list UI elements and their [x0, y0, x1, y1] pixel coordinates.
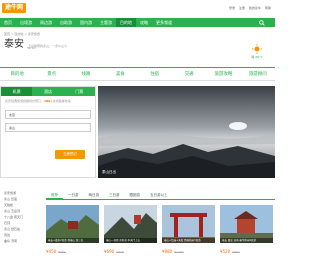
search-icon[interactable] — [257, 19, 267, 26]
route-card-image: 泰安 曲阜 济南 豪华休闲4日游 — [220, 205, 273, 243]
route-card-image: 泰山一日游 含索道 中天门上山 — [104, 205, 157, 243]
subnav-item[interactable]: 住宿 — [138, 68, 172, 80]
nav-item[interactable]: 主题游 — [96, 18, 116, 27]
route-card[interactable]: 泰山一日游 含索道 中天门上山 ¥690 ¥820 — [104, 205, 157, 263]
tab-hotels[interactable]: 酒店 — [32, 87, 63, 96]
route-card-price: ¥450 — [46, 249, 57, 254]
route-card-image: 泰安+曲阜2日游 登泰山 游三孔 — [46, 205, 99, 243]
route-card[interactable]: 泰安 曲阜 济南 豪华休闲4日游 ¥520 ¥650 — [220, 205, 273, 263]
subnav-item[interactable]: 线路 — [69, 68, 103, 80]
promo-prefix: 泰安经典旅游线路特价预订， — [5, 99, 45, 103]
site-logo[interactable]: 途牛网 — [2, 3, 27, 13]
route-card-orig-price: ¥650 — [232, 250, 240, 254]
route-card[interactable]: 泰安+曲阜2日游 登泰山 游三孔 ¥450 ¥580 — [46, 205, 99, 263]
city-name: 泰安 — [4, 39, 24, 50]
destination-field[interactable]: 泰山 — [5, 123, 91, 132]
weather-widget: 晴 26°C — [247, 44, 267, 59]
tab-tickets[interactable]: 门票 — [64, 87, 95, 96]
login-link[interactable]: 登录 — [229, 6, 235, 10]
route-card[interactable]: 泰山+岱庙+天街 经典纯玩3日游 ¥980 ¥1200 — [162, 205, 215, 263]
tab-flights[interactable]: 机票 — [1, 87, 33, 96]
route-card-price: ¥520 — [220, 249, 231, 254]
help-link[interactable]: 帮助 — [265, 6, 271, 10]
route-card-image: 泰山+岱庙+天街 经典纯玩3日游 — [162, 205, 215, 243]
subnav-item[interactable]: 旅游攻略 — [206, 68, 240, 80]
route-card-price: ¥690 — [104, 249, 115, 254]
nav-item[interactable]: 出境游 — [16, 18, 36, 27]
promo-highlight: 100+ — [44, 99, 53, 103]
breadcrumb[interactable]: 首页 > 目的地 > 泰安旅游 — [4, 32, 40, 36]
nav-item[interactable]: 更多频道 — [152, 18, 176, 27]
category-tab[interactable]: 两日游 — [84, 190, 105, 199]
promo-suffix: 条线路等你来 — [52, 99, 71, 103]
departure-field[interactable]: 北京 — [5, 110, 91, 119]
route-card-orig-price: ¥820 — [116, 250, 124, 254]
nav-item[interactable]: 攻略 — [136, 18, 152, 27]
subnav-item[interactable]: 交通 — [172, 68, 206, 80]
route-card-price: ¥980 — [162, 249, 173, 254]
main-nav: 首页 出境游 周边游 自助游 国内游 主题游 目的地 攻略 更多频道 — [0, 18, 275, 27]
weather-label: 晴 26°C — [251, 55, 263, 59]
nav-item[interactable]: 自助游 — [56, 18, 76, 27]
photo-caption: 泰山日出 — [102, 170, 116, 174]
mountain-landscape-image — [98, 86, 275, 178]
booking-tabs: 机票 酒店 门票 — [1, 87, 95, 96]
category-tab[interactable]: 一日游 — [63, 190, 84, 199]
nav-item-active[interactable]: 目的地 — [116, 18, 136, 27]
subnav-item[interactable]: 景点 — [34, 68, 68, 80]
book-now-button[interactable]: 立即预订 — [55, 150, 85, 159]
hero-photo[interactable]: 泰山日出 — [98, 86, 275, 178]
route-card-orig-price: ¥580 — [58, 250, 66, 254]
route-card-title: 泰山+岱庙+天街 经典纯玩3日游 — [162, 238, 215, 243]
nav-item[interactable]: 周边游 — [36, 18, 56, 27]
category-tab[interactable]: 跟团游 — [125, 190, 146, 199]
subnav-item[interactable]: 美食 — [103, 68, 137, 80]
city-slogan: 五岳独尊的泰山，一览众山小 — [28, 44, 68, 48]
category-tab-active[interactable]: 推荐 — [46, 190, 63, 199]
my-account-link[interactable]: 我的途牛 — [249, 6, 261, 10]
category-tab[interactable]: 三日游 — [104, 190, 125, 199]
register-link[interactable]: 注册 — [239, 6, 245, 10]
subnav-item[interactable]: 目的地 — [0, 68, 34, 80]
category-tab[interactable]: 五日游以上 — [145, 190, 173, 199]
route-category-tabs: 推荐 一日游 两日游 三日游 跟团游 五日游以上 — [46, 190, 275, 200]
route-cards: 泰安+曲阜2日游 登泰山 游三孔 ¥450 ¥580 泰山一日游 含索道 中天门上… — [46, 205, 275, 263]
sidebar-row[interactable]: 曲阜 济南 — [0, 238, 38, 244]
destination-subnav: 目的地 景点 线路 美食 住宿 交通 旅游攻略 旅游顾问 — [0, 67, 275, 81]
route-card-title: 泰安+曲阜2日游 登泰山 游三孔 — [46, 238, 99, 243]
booking-panel: 机票 酒店 门票 泰安经典旅游线路特价预订，100+条线路等你来 北京 泰山 立… — [0, 86, 96, 178]
route-card-title: 泰安 曲阜 济南 豪华休闲4日游 — [220, 238, 273, 243]
route-card-title: 泰山一日游 含索道 中天门上山 — [104, 238, 157, 243]
nav-item[interactable]: 首页 — [0, 18, 16, 27]
subnav-item[interactable]: 旅游顾问 — [241, 68, 275, 80]
top-links: 登录 注册 我的途牛 帮助 — [229, 6, 271, 10]
sidebar-links: 泰安旅游 泰山 岱庙 天烛峰 泰山 玉皇顶 十八盘 南天门 石刻 泰山 经石峪 … — [0, 190, 38, 244]
top-bar: 途牛网 登录 注册 我的途牛 帮助 — [0, 0, 275, 18]
booking-promo: 泰安经典旅游线路特价预订，100+条线路等你来 — [1, 96, 95, 106]
nav-item[interactable]: 国内游 — [76, 18, 96, 27]
sun-icon — [252, 44, 262, 54]
route-card-orig-price: ¥1200 — [174, 250, 184, 254]
